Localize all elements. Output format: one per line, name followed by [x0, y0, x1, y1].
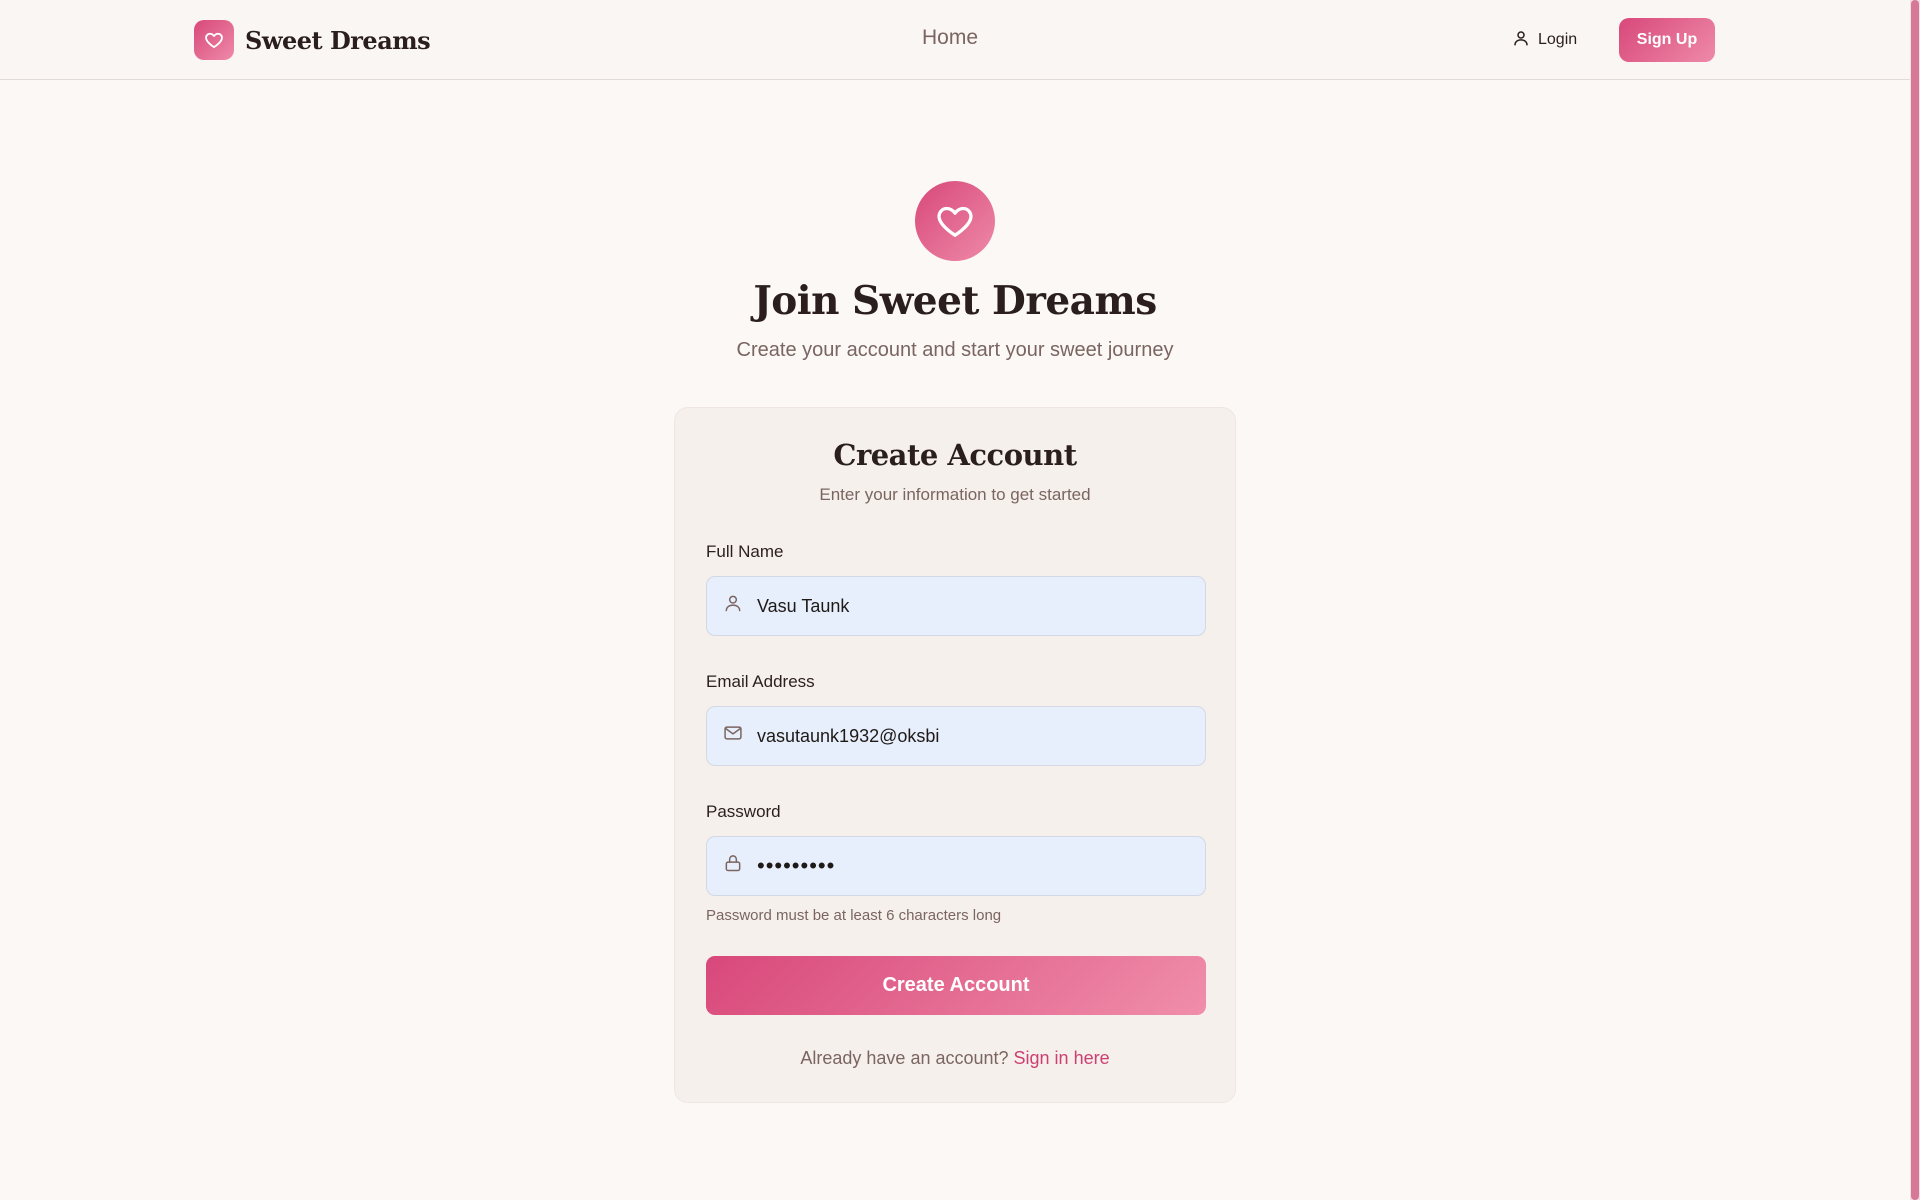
- heart-icon: [194, 20, 234, 60]
- login-label: Login: [1538, 31, 1578, 48]
- user-icon: [723, 593, 747, 617]
- login-button[interactable]: Login: [1504, 24, 1585, 56]
- password-input[interactable]: [757, 837, 1197, 895]
- signup-button[interactable]: Sign Up: [1619, 18, 1715, 62]
- brand-logo[interactable]: Sweet Dreams: [194, 20, 431, 60]
- top-navbar: Sweet Dreams Home Login Sign Up: [0, 0, 1910, 80]
- password-hint: Password must be at least 6 characters l…: [706, 907, 1002, 924]
- nav-home-link[interactable]: Home: [900, 26, 1000, 50]
- signin-prompt: Already have an account? Sign in here: [675, 1048, 1235, 1069]
- email-input[interactable]: [757, 707, 1197, 765]
- signin-prompt-text: Already have an account?: [800, 1048, 1014, 1068]
- signin-link[interactable]: Sign in here: [1014, 1048, 1110, 1068]
- mail-icon: [723, 723, 747, 747]
- user-icon: [1512, 29, 1530, 52]
- scrollbar-thumb[interactable]: [1911, 0, 1919, 1200]
- password-label: Password: [706, 802, 781, 821]
- full-name-field: [706, 576, 1206, 636]
- card-subtitle: Enter your information to get started: [819, 485, 1091, 504]
- signup-card: Create Account Enter your information to…: [674, 407, 1236, 1103]
- email-label: Email Address: [706, 672, 815, 691]
- full-name-input[interactable]: [757, 577, 1197, 635]
- card-title: Create Account: [833, 438, 1077, 472]
- heart-icon: [915, 181, 995, 261]
- brand-name: Sweet Dreams: [245, 25, 431, 55]
- email-field: [706, 706, 1206, 766]
- page-scrollbar[interactable]: [1910, 0, 1920, 1200]
- create-account-button[interactable]: Create Account: [706, 956, 1206, 1015]
- full-name-label: Full Name: [706, 542, 784, 561]
- lock-icon: [723, 853, 747, 877]
- page-subtitle: Create your account and start your sweet…: [736, 339, 1174, 361]
- password-field: [706, 836, 1206, 896]
- page-title: Join Sweet Dreams: [753, 278, 1157, 324]
